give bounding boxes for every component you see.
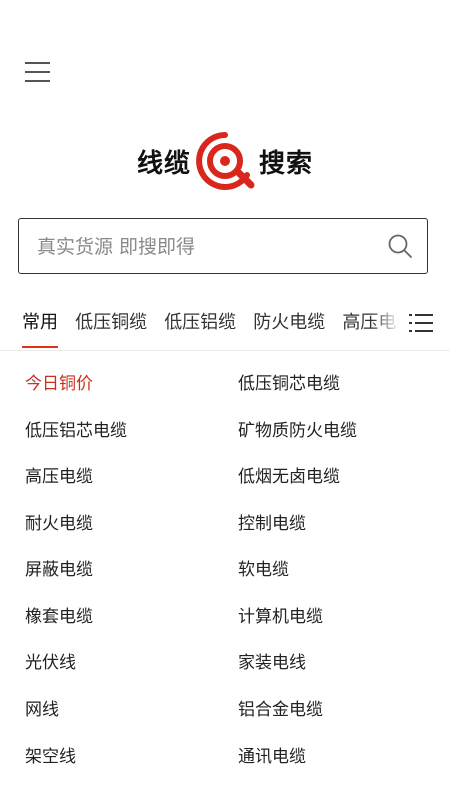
logo-right-text: 搜索 [259, 148, 314, 179]
category-item[interactable]: 计算机电缆 [238, 604, 323, 630]
category-item[interactable]: 低压铝芯电缆 [25, 418, 127, 444]
category-item[interactable]: 橡套电缆 [25, 604, 93, 630]
category-item[interactable]: 铝合金电缆 [238, 697, 323, 723]
category-item[interactable]: 家装电线 [238, 650, 306, 676]
category-item[interactable]: 控制电缆 [238, 511, 306, 537]
category-item[interactable]: 架空线 [25, 744, 76, 770]
category-item[interactable]: 高压电缆 [25, 464, 93, 490]
search-icon[interactable] [387, 233, 413, 259]
category-item[interactable]: 低烟无卤电缆 [238, 464, 340, 490]
tab-low-voltage-copper[interactable]: 低压铜缆 [75, 300, 147, 348]
search-input[interactable] [35, 219, 379, 274]
category-item[interactable]: 耐火电缆 [25, 511, 93, 537]
category-tabs: 常用 低压铜缆 低压铝缆 防火电缆 高压电缆 [0, 300, 450, 351]
tabs-scroll[interactable]: 常用 低压铜缆 低压铝缆 防火电缆 高压电缆 [22, 300, 402, 350]
category-item[interactable]: 矿物质防火电缆 [238, 418, 357, 444]
category-item[interactable]: 网线 [25, 697, 59, 723]
logo: 线缆 搜索 [0, 130, 450, 192]
list-icon[interactable] [409, 313, 433, 333]
hamburger-menu-icon[interactable] [25, 61, 51, 83]
tab-fade-overlay [372, 300, 404, 348]
category-item[interactable]: 通讯电缆 [238, 744, 306, 770]
logo-target-icon [196, 132, 255, 190]
category-item[interactable]: 光伏线 [25, 650, 76, 676]
search-box[interactable] [18, 218, 428, 274]
category-item[interactable]: 屏蔽电缆 [25, 557, 93, 583]
tab-common[interactable]: 常用 [22, 300, 58, 348]
logo-left-text: 线缆 [136, 148, 191, 179]
category-item-copper-price[interactable]: 今日铜价 [25, 371, 93, 397]
tab-low-voltage-aluminum[interactable]: 低压铝缆 [164, 300, 236, 348]
category-item[interactable]: 低压铜芯电缆 [238, 371, 340, 397]
category-item[interactable]: 软电缆 [238, 557, 289, 583]
tab-fireproof-cable[interactable]: 防火电缆 [253, 300, 325, 348]
